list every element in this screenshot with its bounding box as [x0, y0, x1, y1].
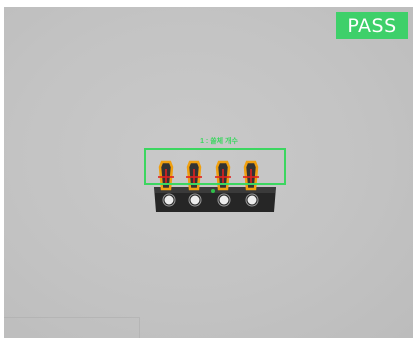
status-badge: PASS	[336, 12, 408, 39]
roi-label: 1 : 쏠체 개수	[200, 138, 238, 145]
camera-image: 1 : 쏠체 개수 PASS	[4, 7, 413, 338]
metal-strip	[154, 187, 276, 212]
inspection-roi-box	[144, 148, 286, 185]
camera-frame: 1 : 쏠체 개수 PASS	[0, 0, 418, 340]
roi-center-marker	[211, 189, 215, 193]
